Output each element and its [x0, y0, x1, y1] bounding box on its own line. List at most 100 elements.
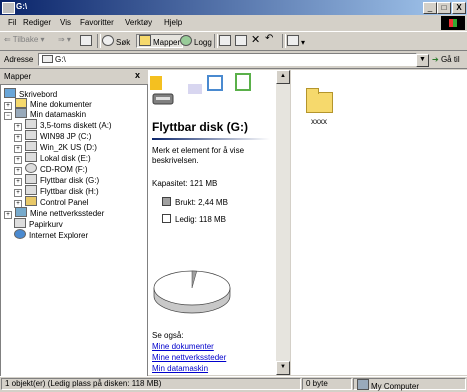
history-button[interactable]: Logg — [180, 35, 212, 47]
tree-item-control-panel[interactable]: + Control Panel — [14, 196, 88, 208]
toolbar-separator — [214, 34, 218, 48]
folders-icon — [139, 35, 151, 46]
link-my-documents[interactable]: Mine dokumenter — [152, 342, 272, 352]
undo-button[interactable]: ↶ — [265, 33, 273, 44]
network-icon — [15, 207, 27, 217]
drive-icon — [42, 55, 53, 63]
forward-button[interactable]: ⇒ ▾ — [58, 35, 71, 44]
search-icon — [102, 35, 114, 46]
folder-icon[interactable] — [306, 88, 333, 113]
window-title: G:\ — [16, 2, 28, 11]
views-button[interactable]: ▾ — [287, 35, 305, 47]
tree-item-g-drive[interactable]: + Flyttbar disk (G:) — [14, 174, 99, 186]
tree-item-my-documents[interactable]: + Mine dokumenter — [4, 98, 92, 110]
address-label: Adresse — [4, 55, 34, 64]
title-divider — [152, 138, 270, 140]
scroll-down-button[interactable]: ▼ — [276, 361, 290, 375]
tree-item-internet-explorer[interactable]: Internet Explorer — [14, 229, 88, 240]
internet-explorer-icon — [14, 229, 26, 239]
up-folder-button[interactable] — [80, 35, 94, 47]
file-list — [291, 70, 467, 375]
tree-item-network[interactable]: + Mine nettverkssteder — [4, 207, 104, 219]
status-location: My Computer — [353, 378, 466, 391]
menu-edit[interactable]: Rediger — [23, 18, 51, 27]
tree-item-e-drive[interactable]: + Lokal disk (E:) — [14, 152, 91, 164]
back-arrow-icon: ⇐ — [4, 35, 11, 44]
web-view-pane: Flyttbar disk (G:) Merk et element for å… — [148, 70, 277, 375]
computer-icon — [15, 108, 27, 118]
menu-tools[interactable]: Verktøy — [125, 18, 152, 27]
menu-file[interactable]: Fil — [8, 18, 16, 27]
search-button[interactable]: Søk — [102, 35, 130, 47]
delete-button[interactable]: ✕ — [251, 33, 260, 46]
folders-pane-title: Mapper — [4, 72, 32, 81]
folder-icon — [15, 98, 27, 108]
title-bar: G:\ _ □ X — [0, 0, 467, 15]
folder-tree: Skrivebord + Mine dokumenter − Min datamas… — [0, 84, 148, 377]
removable-drive-icon — [25, 185, 37, 195]
tree-item-c-drive[interactable]: + WIN98 JP (C:) — [14, 130, 91, 142]
address-input[interactable]: G:\ — [38, 53, 417, 66]
menu-help[interactable]: Hjelp — [164, 18, 182, 27]
tree-item-recycle-bin[interactable]: Papirkurv — [14, 218, 63, 229]
vertical-scrollbar[interactable]: ▲ ▼ — [276, 70, 290, 375]
capacity-text: Kapasitet: 121 MB — [152, 179, 218, 188]
link-my-network-places[interactable]: Mine nettverkssteder — [152, 353, 272, 363]
tree-item-cdrom[interactable]: + CD-ROM (F:) — [14, 163, 88, 175]
maximize-button[interactable]: □ — [437, 2, 451, 14]
used-legend: Brukt: 2,44 MB — [162, 197, 282, 208]
address-dropdown-button[interactable]: ▼ — [416, 54, 429, 67]
views-icon — [287, 35, 299, 46]
back-button[interactable]: ⇐ Tilbake ▾ — [4, 35, 45, 44]
drive-icon — [25, 141, 37, 151]
copy-to-button[interactable] — [235, 35, 249, 47]
toolbar-separator — [282, 34, 286, 48]
toolbar: ⇐ Tilbake ▾ ⇒ ▾ Søk Mapper Logg ✕ ↶ ▾ — [0, 31, 467, 51]
scroll-up-button[interactable]: ▲ — [276, 70, 290, 84]
close-pane-button[interactable]: x — [135, 70, 140, 80]
status-bar: 1 objekt(er) (Ledig plass på disken: 118… — [0, 376, 467, 391]
collapse-icon[interactable]: − — [4, 112, 12, 120]
floppy-icon — [25, 119, 37, 129]
menu-favorites[interactable]: Favoritter — [80, 18, 114, 27]
used-swatch — [162, 197, 171, 206]
link-my-computer[interactable]: Min datamaskin — [152, 364, 272, 374]
cdrom-icon — [25, 163, 37, 173]
toolbar-separator — [97, 34, 101, 48]
drive-icon — [25, 152, 37, 162]
status-objects: 1 objekt(er) (Ledig plass på disken: 118… — [1, 378, 301, 390]
tree-item-h-drive[interactable]: + Flyttbar disk (H:) — [14, 185, 99, 197]
free-legend: Ledig: 118 MB — [162, 214, 282, 225]
tree-item-my-computer[interactable]: − Min datamaskin — [4, 108, 86, 120]
undo-icon: ↶ — [265, 33, 274, 44]
folders-pane-header: Mapper x — [0, 69, 146, 83]
folders-button[interactable]: Mapper — [136, 34, 184, 48]
free-swatch — [162, 214, 171, 223]
go-arrow-icon: ➔ — [432, 55, 439, 64]
minimize-button[interactable]: _ — [423, 2, 437, 14]
capacity-pie-chart — [153, 270, 231, 314]
tree-item-floppy[interactable]: +3,5-toms diskett (A:) — [14, 119, 112, 131]
control-panel-icon — [25, 196, 37, 206]
up-folder-icon — [80, 35, 92, 46]
drive-icon — [25, 130, 37, 140]
tree-item-d-drive[interactable]: + Win_2K US (D:) — [14, 141, 97, 153]
drive-title: Flyttbar disk (G:) — [152, 120, 249, 134]
copy-to-icon — [235, 35, 247, 46]
delete-icon: ✕ — [251, 34, 261, 46]
history-icon — [180, 35, 192, 46]
file-item-name[interactable]: xxxx — [297, 117, 341, 126]
address-bar: Adresse G:\ ▼ ➔ Gå til — [0, 51, 467, 69]
expand-icon[interactable]: + — [4, 211, 12, 219]
go-button[interactable]: ➔ Gå til — [432, 55, 460, 64]
removable-drive-icon — [25, 174, 37, 184]
move-to-button[interactable] — [219, 35, 233, 47]
close-button[interactable]: X — [452, 2, 466, 14]
description-text: Merk et element for å vise beskrivelsen. — [152, 146, 245, 165]
move-to-icon — [219, 35, 231, 46]
recycle-bin-icon — [14, 218, 26, 228]
see-also-label: Se også: — [152, 331, 184, 340]
menu-view[interactable]: Vis — [60, 18, 71, 27]
drive-icon — [2, 2, 15, 14]
tree-item-desktop[interactable]: Skrivebord — [4, 88, 57, 99]
